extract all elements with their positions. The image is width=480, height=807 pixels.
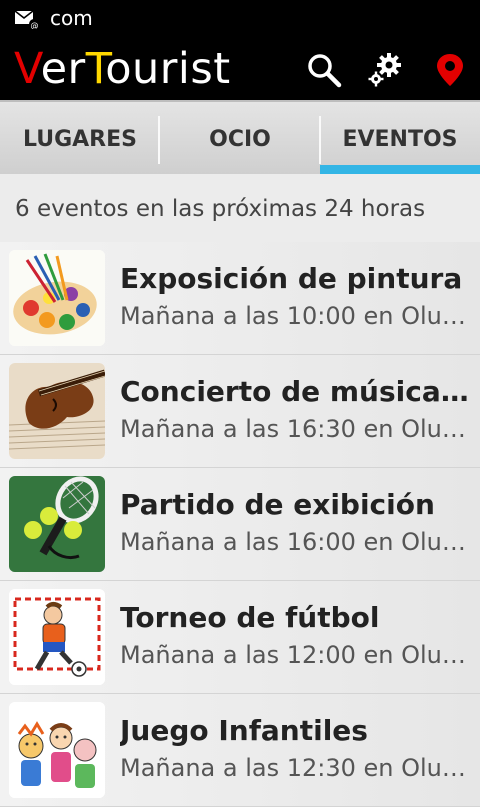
mail-notification-icon: @ xyxy=(14,10,39,29)
violin-thumbnail xyxy=(9,363,105,459)
event-subtitle: Mañana a las 10:00 en Olula del Río xyxy=(120,302,466,330)
football-player-thumbnail xyxy=(9,589,105,685)
tab-label: OCIO xyxy=(209,127,271,152)
logo-part-er: er xyxy=(40,44,86,94)
search-icon[interactable] xyxy=(306,52,342,88)
event-subtitle: Mañana a las 12:00 en Olula del Río xyxy=(120,641,466,669)
tab-lugares[interactable]: LUGARES xyxy=(0,102,160,174)
location-pin-icon[interactable] xyxy=(432,52,468,88)
list-item[interactable]: Partido de exibición Mañana a las 16:00 … xyxy=(0,468,480,581)
tab-label: LUGARES xyxy=(23,127,137,152)
event-title: Torneo de fútbol xyxy=(120,601,380,634)
event-subtitle: Mañana a las 16:30 en Olula del Río xyxy=(120,415,466,443)
event-list: Exposición de pintura Mañana a las 10:00… xyxy=(0,242,480,807)
paint-palette-thumbnail xyxy=(9,250,105,346)
logo-part-ourist: ourist xyxy=(105,44,231,94)
status-bar: @ com xyxy=(0,0,480,38)
svg-text:@: @ xyxy=(31,21,39,29)
selected-tab-indicator xyxy=(320,165,480,174)
event-title: Partido de exibición xyxy=(120,488,435,521)
event-title: Concierto de música clásica xyxy=(120,375,470,408)
tab-label: EVENTOS xyxy=(342,127,458,152)
list-item[interactable]: Concierto de música clásica Mañana a las… xyxy=(0,355,480,468)
tab-ocio[interactable]: OCIO xyxy=(160,102,320,174)
event-subtitle: Mañana a las 12:30 en Olula del Río xyxy=(120,754,466,782)
event-subtitle: Mañana a las 16:00 en Olula del Río xyxy=(120,528,466,556)
status-text: com xyxy=(50,6,93,30)
settings-icon[interactable] xyxy=(368,52,404,88)
children-playing-thumbnail xyxy=(9,702,105,798)
tab-eventos[interactable]: EVENTOS xyxy=(320,102,480,174)
tennis-thumbnail xyxy=(9,476,105,572)
logo-part-v: V xyxy=(14,44,41,94)
tab-bar: LUGARES OCIO EVENTOS xyxy=(0,100,480,174)
event-title: Exposición de pintura xyxy=(120,262,463,295)
app-logo: VerTourist xyxy=(14,44,231,94)
list-item[interactable]: Exposición de pintura Mañana a las 10:00… xyxy=(0,242,480,355)
app-bar: VerTourist xyxy=(0,38,480,100)
events-summary: 6 eventos en las próximas 24 horas xyxy=(15,196,426,222)
list-item[interactable]: Torneo de fútbol Mañana a las 12:00 en O… xyxy=(0,581,480,694)
logo-part-t: T xyxy=(85,44,106,94)
list-item[interactable]: Juego Infantiles Mañana a las 12:30 en O… xyxy=(0,694,480,807)
event-title: Juego Infantiles xyxy=(120,714,368,747)
